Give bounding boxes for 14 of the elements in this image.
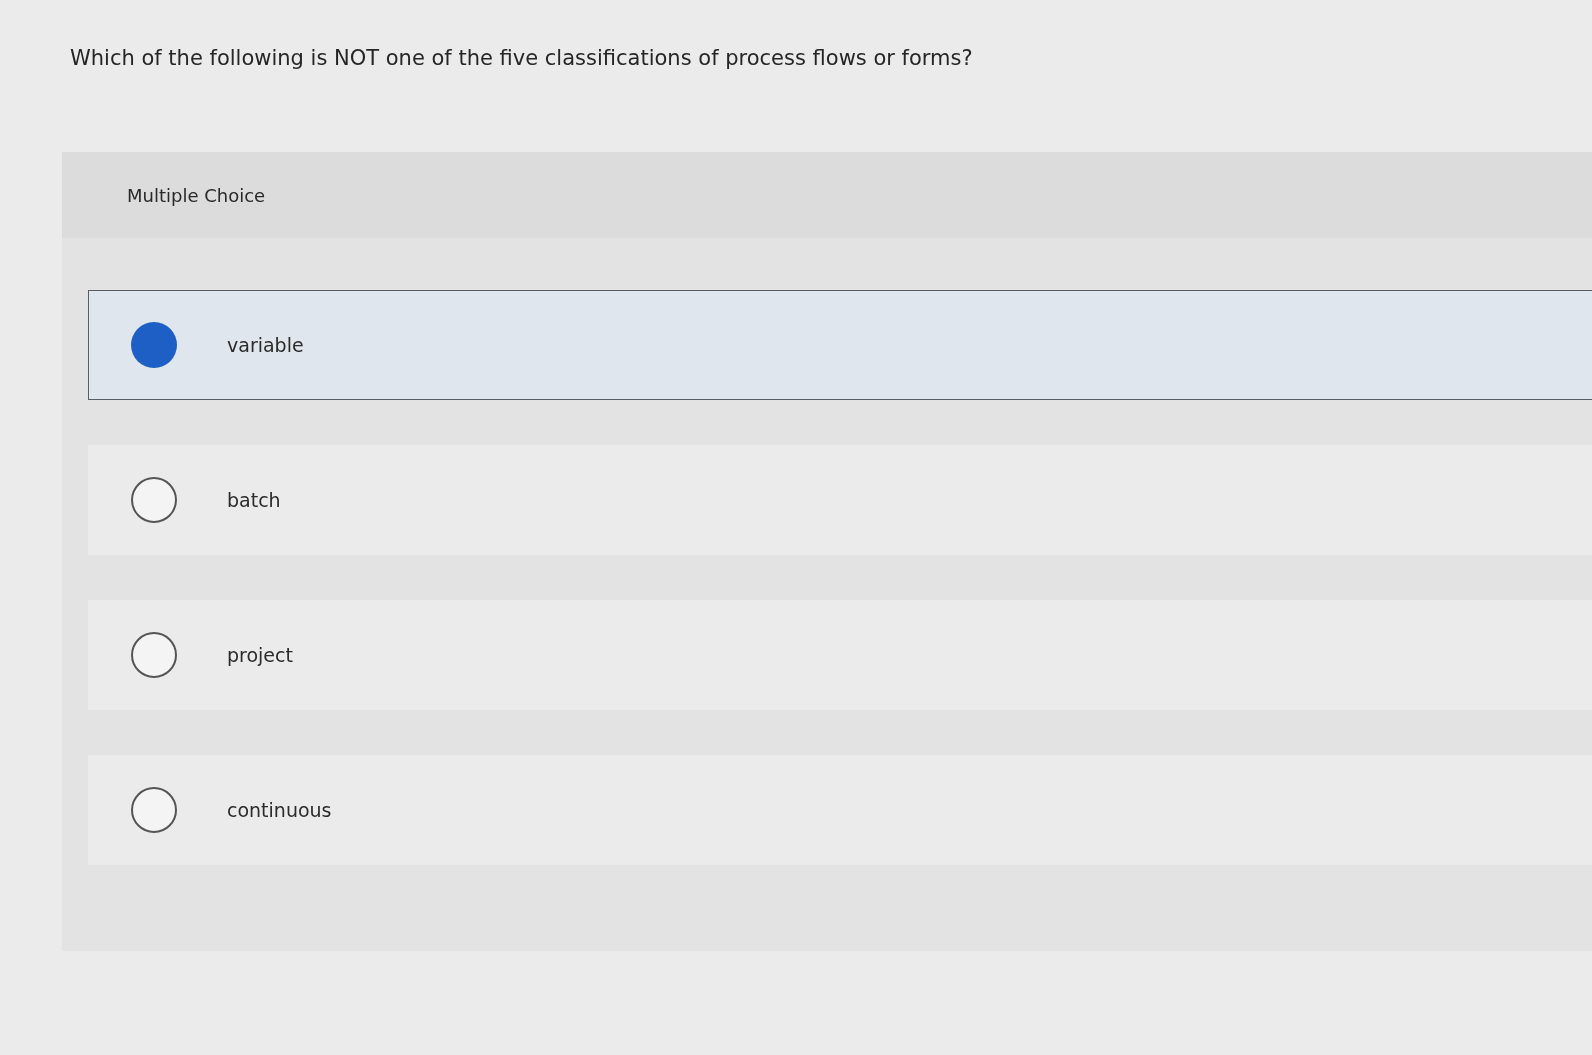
answer-option[interactable]: continuous [88,755,1592,865]
answer-option[interactable]: batch [88,445,1592,555]
option-label: project [227,644,293,666]
radio-button[interactable] [131,787,177,833]
radio-button[interactable] [131,322,177,368]
radio-button[interactable] [131,477,177,523]
answer-option[interactable]: variable [88,290,1592,400]
option-label: variable [227,334,304,356]
question-type-label: Multiple Choice [127,184,266,206]
answer-option[interactable]: project [88,600,1592,710]
option-label: batch [227,489,281,511]
option-label: continuous [227,799,332,821]
question-text: Which of the following is NOT one of the five classifications of process flows or forms? [70,45,973,72]
radio-button[interactable] [131,632,177,678]
